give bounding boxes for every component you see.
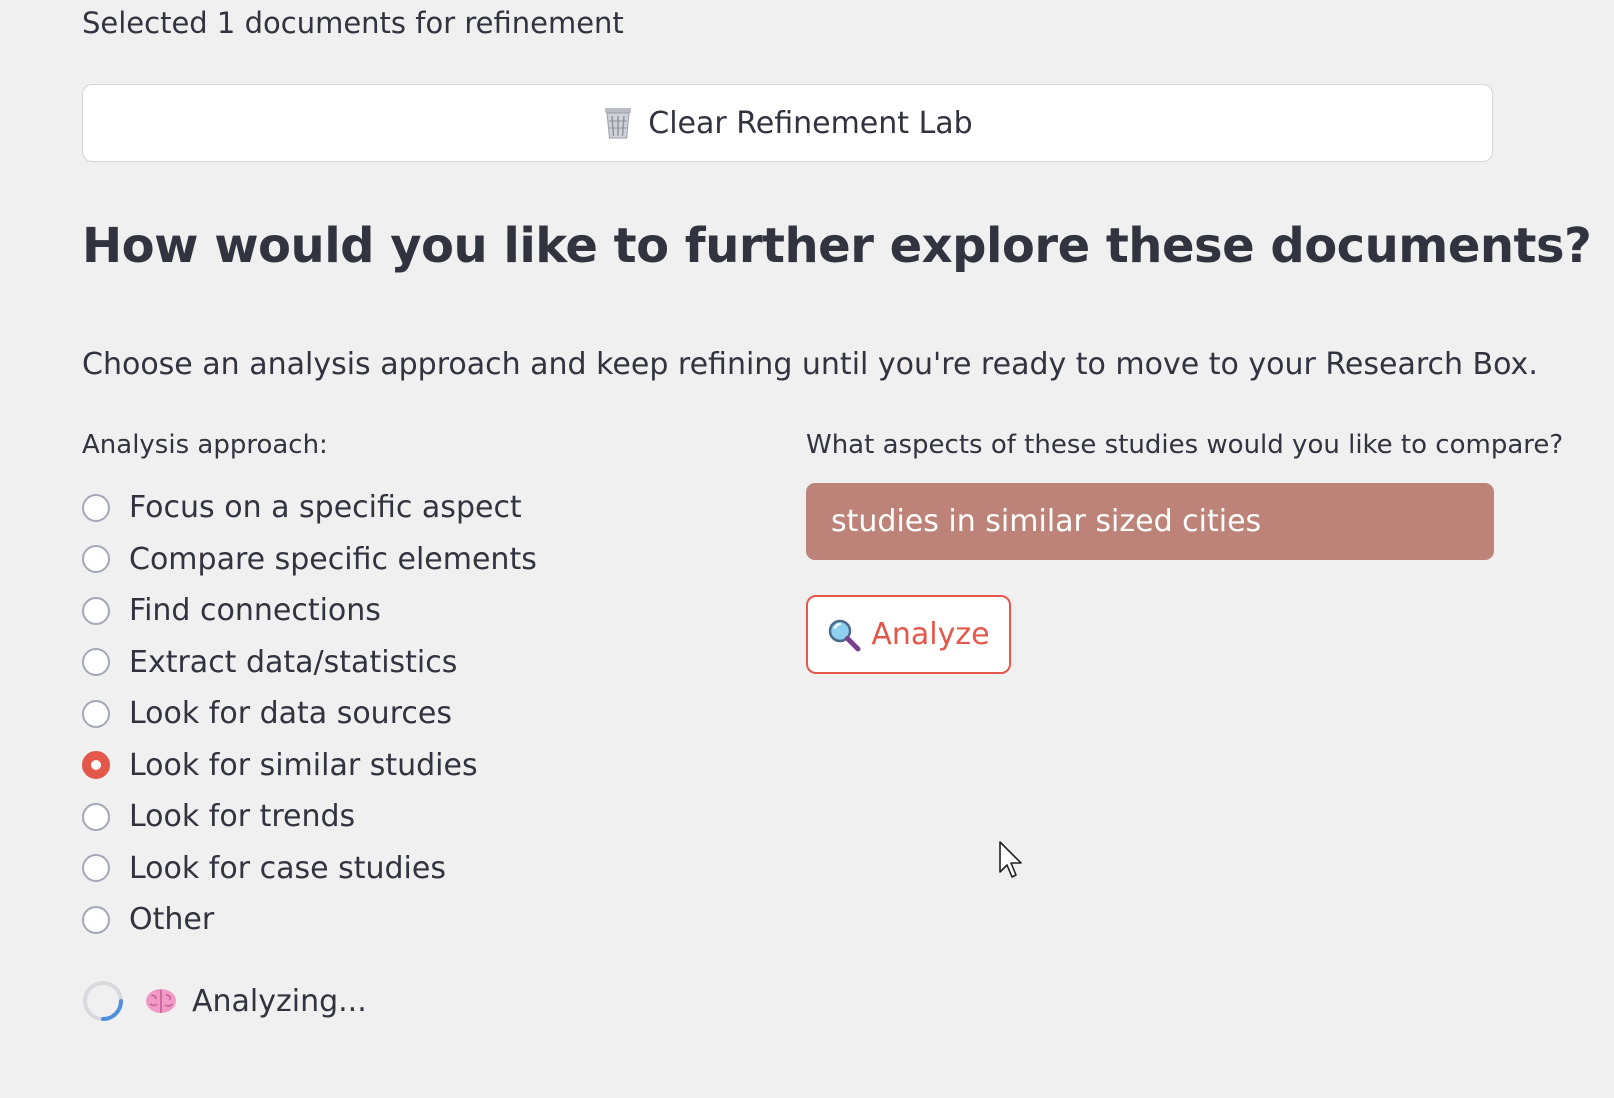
radio-option-label: Focus on a specific aspect [129, 490, 522, 526]
clear-refinement-lab-button[interactable]: Clear Refinement Lab [82, 84, 1493, 162]
analyzing-status-text: Analyzing... [192, 983, 367, 1019]
radio-option-compare-elements[interactable]: Compare specific elements [82, 534, 702, 586]
page-heading: How would you like to further explore th… [82, 218, 1592, 274]
radio-button[interactable] [82, 493, 110, 522]
radio-option-case-studies[interactable]: Look for case studies [82, 843, 702, 895]
analysis-approach-radio-group: Focus on a specific aspect Compare speci… [82, 482, 702, 946]
compare-aspects-input[interactable] [806, 483, 1494, 560]
radio-button[interactable] [82, 545, 110, 574]
radio-button-selected[interactable] [82, 751, 110, 780]
radio-option-other[interactable]: Other [82, 894, 702, 946]
radio-option-extract-data[interactable]: Extract data/statistics [82, 637, 702, 689]
analyze-button-label: Analyze [871, 617, 990, 652]
loading-spinner-icon [83, 981, 123, 1021]
analyzing-status: Analyzing... [82, 980, 367, 1022]
radio-option-label: Look for trends [129, 799, 356, 835]
analyze-button[interactable]: Analyze [806, 595, 1011, 674]
magnifier-icon [829, 619, 861, 651]
radio-option-focus-aspect[interactable]: Focus on a specific aspect [82, 482, 702, 534]
analysis-approach-label: Analysis approach: [82, 430, 328, 460]
radio-button[interactable] [82, 699, 110, 728]
brain-icon [146, 989, 176, 1013]
radio-option-label: Look for case studies [129, 850, 446, 886]
radio-option-similar-studies[interactable]: Look for similar studies [82, 740, 702, 792]
refinement-lab-page: Selected 1 documents for refinement Clea… [0, 0, 1614, 1098]
page-subtext: Choose an analysis approach and keep ref… [82, 347, 1538, 382]
radio-option-find-connections[interactable]: Find connections [82, 585, 702, 637]
radio-button[interactable] [82, 854, 110, 883]
radio-option-label: Look for similar studies [129, 747, 478, 783]
wastebasket-icon [605, 108, 632, 139]
radio-option-label: Other [129, 902, 215, 938]
radio-option-label: Compare specific elements [129, 541, 537, 577]
radio-option-label: Extract data/statistics [129, 644, 458, 680]
radio-option-trends[interactable]: Look for trends [82, 791, 702, 843]
mouse-cursor-icon [999, 841, 1022, 878]
radio-option-label: Look for data sources [129, 696, 452, 732]
radio-button[interactable] [82, 802, 110, 831]
selection-note: Selected 1 documents for refinement [82, 6, 624, 40]
radio-button[interactable] [82, 648, 110, 677]
clear-button-label: Clear Refinement Lab [648, 105, 973, 141]
radio-button[interactable] [82, 596, 110, 625]
radio-option-label: Find connections [129, 593, 381, 629]
radio-button[interactable] [82, 905, 110, 934]
compare-aspects-label: What aspects of these studies would you … [806, 430, 1564, 460]
radio-option-data-sources[interactable]: Look for data sources [82, 688, 702, 740]
